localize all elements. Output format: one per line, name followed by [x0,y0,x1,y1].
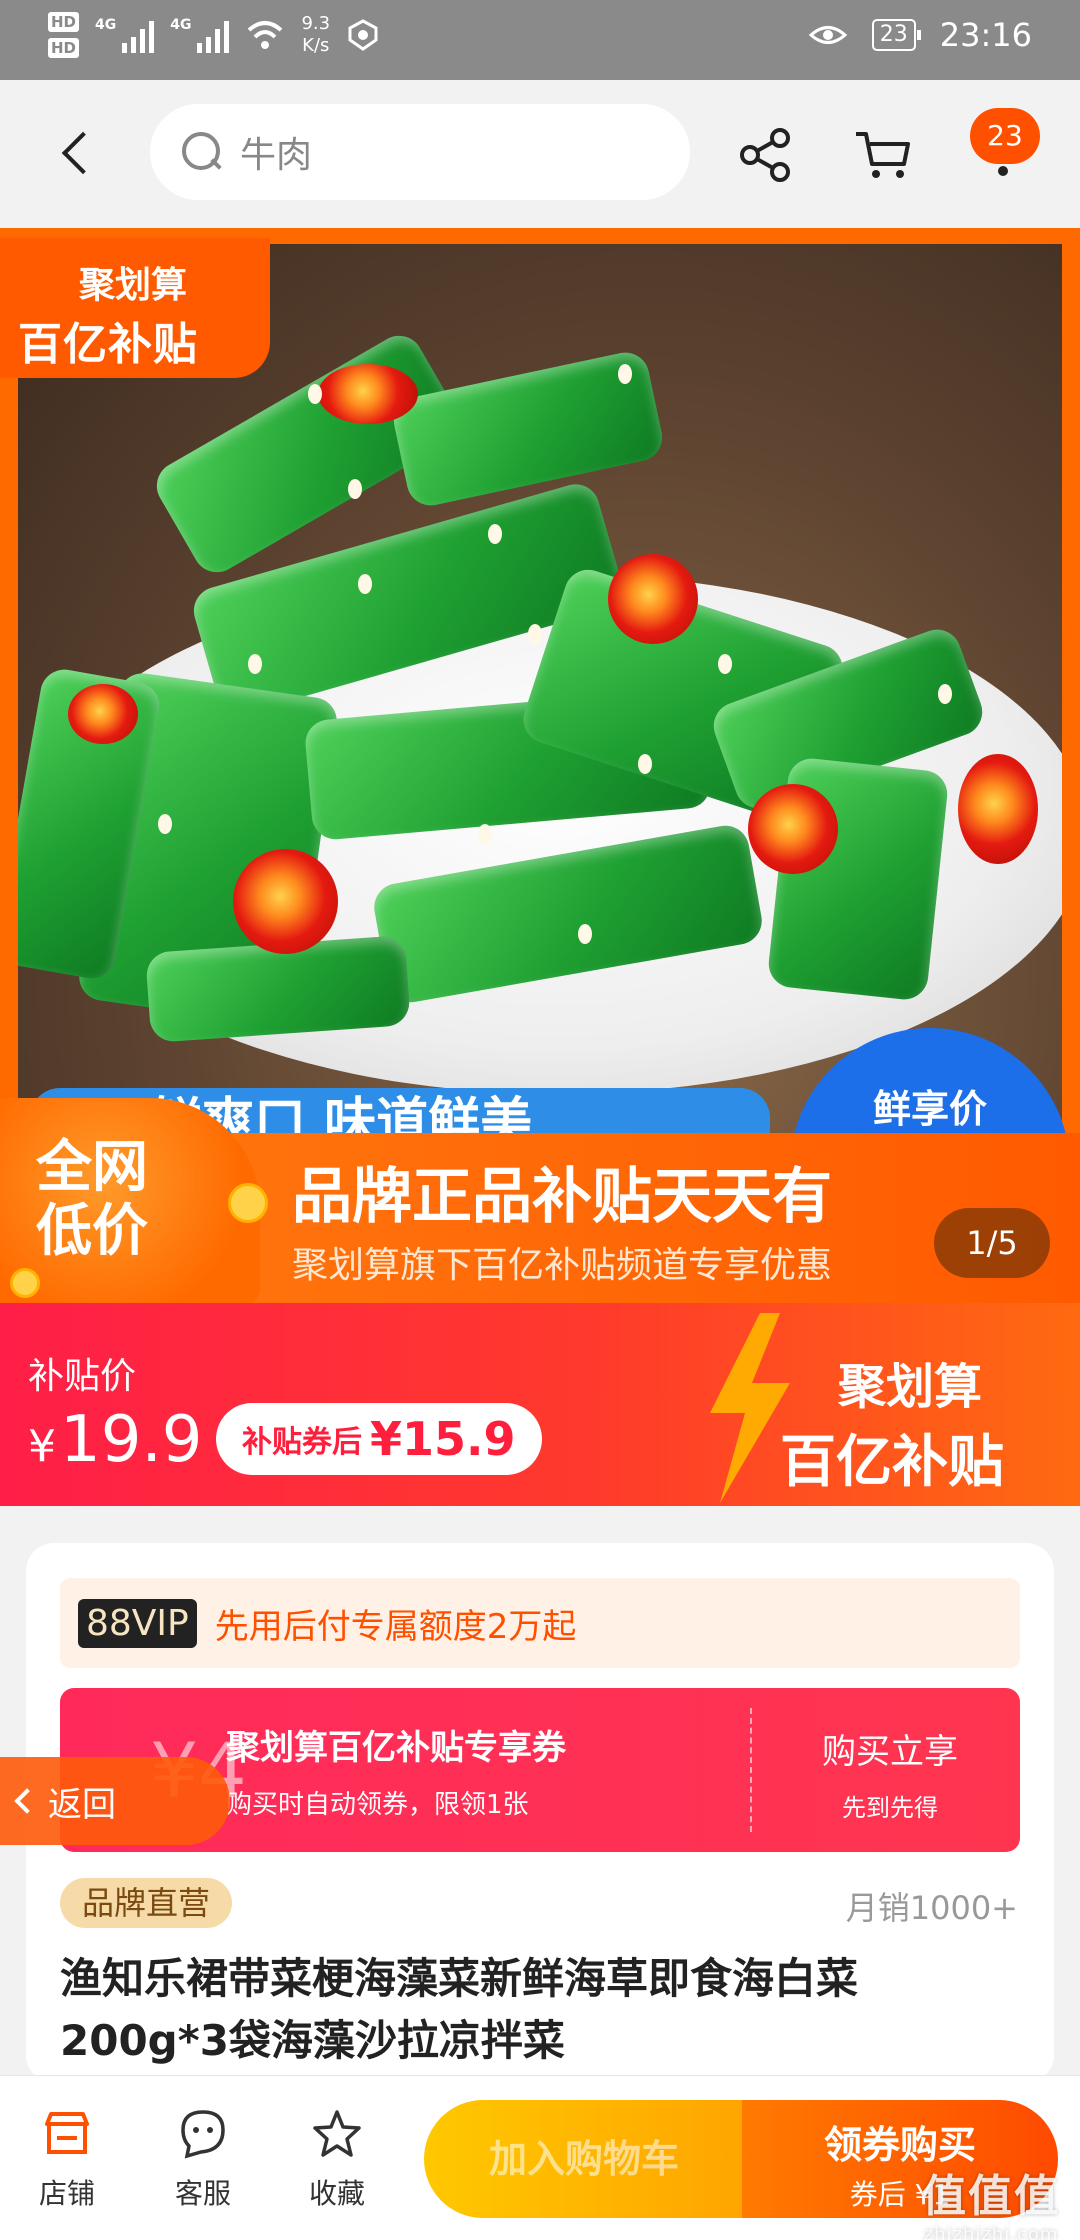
chili-slice [68,684,138,744]
chili-slice [318,364,418,424]
chevron-left-icon [14,1788,40,1814]
chili-slice [233,849,338,954]
lowest-price-badge: 全网 低价 [0,1098,260,1303]
status-bar: HD HD 4G 4G 9.3 K/s 23 23:16 [0,0,1080,80]
watermark: 值值值 zhizhizhi.com [922,2160,1060,2240]
cart-icon[interactable] [848,120,918,190]
network-speed: 9.3 K/s [301,13,330,57]
coupon-divider [750,1708,752,1832]
jhs-tag-line2: 百亿补贴 [18,319,198,370]
jhs-logo-line2: 百亿补贴 [780,1430,1004,1495]
battery-indicator: 23 [871,19,921,51]
hd1-indicator: HD [48,12,80,32]
search-bar[interactable]: 牛肉 [150,104,690,200]
coupon-title: 聚划算百亿补贴专享券 [226,1728,566,1768]
shop-button[interactable]: 店铺 [12,2106,122,2212]
shield-icon [348,19,378,51]
search-query: 牛肉 [240,135,313,176]
eye-comfort-icon [808,26,848,44]
promo-title: 品牌正品补贴天天有 [292,1162,832,1232]
hd2-indicator: HD [48,38,80,58]
vip-row[interactable]: 88VIP 先用后付专属额度2万起 [60,1578,1020,1668]
chili-slice [608,554,698,644]
coin-icon [228,1183,268,1223]
favorite-button[interactable]: 收藏 [282,2106,392,2212]
subsidy-price-bar: 补贴价 ¥19.9 补贴券后 ¥15.9 聚划算 百亿补贴 [0,1303,1080,1506]
jhs-logo-line1: 聚划算 [837,1359,982,1415]
network-type-2: 4G [170,17,192,33]
monthly-sales: 月销1000+ [845,1889,1018,1927]
jhs-tag-line1: 聚划算 [78,265,187,306]
star-icon [313,2110,361,2157]
shop-label: 店铺 [38,2177,95,2210]
return-label: 返回 [48,1784,116,1825]
currency-symbol: ¥ [28,1421,56,1472]
gallery-pager: 1/5 [934,1208,1050,1278]
vip-text: 先用后付专属额度2万起 [214,1606,577,1647]
subsidy-price: ¥19.9 [28,1403,203,1477]
jhs-logo: 聚划算 百亿补贴 [780,1347,1040,1498]
lowest-price-line2: 低价 [36,1199,148,1264]
price-value: 19.9 [60,1403,203,1477]
bottom-action-bar: 店铺 客服 收藏 加入购物车 领券购买 券后 ¥1 [0,2075,1080,2240]
status-left: HD HD 4G 4G 9.3 K/s [48,12,380,58]
share-icon[interactable] [730,120,800,190]
speed-value: 9.3 [301,13,331,34]
chili-slice [958,754,1038,864]
network-type-1: 4G [95,17,117,33]
customer-service-button[interactable]: 客服 [148,2106,258,2212]
lowest-price-line1: 全网 [36,1135,148,1200]
jhs-subsidy-tag: 聚划算 百亿补贴 [0,238,270,378]
coupon-description: 购买时自动领券，限领1张 [226,1790,529,1820]
watermark-text: 值值值 [922,2171,1060,2222]
vip-badge: 88VIP [78,1598,197,1648]
favorite-label: 收藏 [308,2177,365,2210]
after-coupon-pill: 补贴券后 ¥15.9 [216,1403,542,1475]
watermark-url: zhizhizhi.com [923,2224,1059,2240]
signal-icon: 4G [95,17,155,53]
chili-slice [748,784,838,874]
coin-icon [10,1268,40,1298]
signal-icon-2: 4G [170,17,230,53]
cart-count-badge[interactable]: 23 [970,108,1040,164]
promo-subtitle: 聚划算旗下百亿补贴频道专享优惠 [292,1245,833,1286]
return-button[interactable]: 返回 [0,1757,230,1845]
hd-indicators: HD HD [48,12,80,58]
back-arrow-icon[interactable] [50,120,110,190]
subsidy-price-label: 补贴价 [28,1356,137,1397]
coupon-first-come-label: 先到先得 [842,1794,938,1822]
chat-face-icon [181,2110,225,2159]
speed-unit: K/s [302,35,330,56]
status-time: 23:16 [939,16,1032,54]
wifi-icon [248,21,283,49]
brand-direct-tag: 品牌直营 [60,1878,233,1928]
coupon-buy-label[interactable]: 购买立享 [760,1724,1020,1773]
after-coupon-price: ¥15.9 [370,1412,516,1466]
service-label: 客服 [174,2177,231,2210]
store-icon [45,2112,89,2154]
search-icon [180,130,224,174]
product-title: 渔知乐裙带菜梗海藻菜新鲜海草即食海白菜200g*3袋海藻沙拉凉拌菜 [60,1954,859,2065]
product-gallery[interactable]: 聚划算 百亿补贴 鲜爽口 味道鲜美 鲜享价 全网 低价 品牌正品补贴天天有 聚划… [0,228,1080,1303]
status-right: 23 23:16 [808,16,1032,54]
product-detail-page: HD HD 4G 4G 9.3 K/s 23 23:16 牛肉 23 聚划算 百… [0,0,1080,2240]
more-dot-icon[interactable] [998,166,1008,176]
add-to-cart-button[interactable]: 加入购物车 [424,2100,744,2218]
top-nav: 牛肉 23 [0,80,1080,228]
after-coupon-label: 补贴券后 [242,1425,362,1460]
